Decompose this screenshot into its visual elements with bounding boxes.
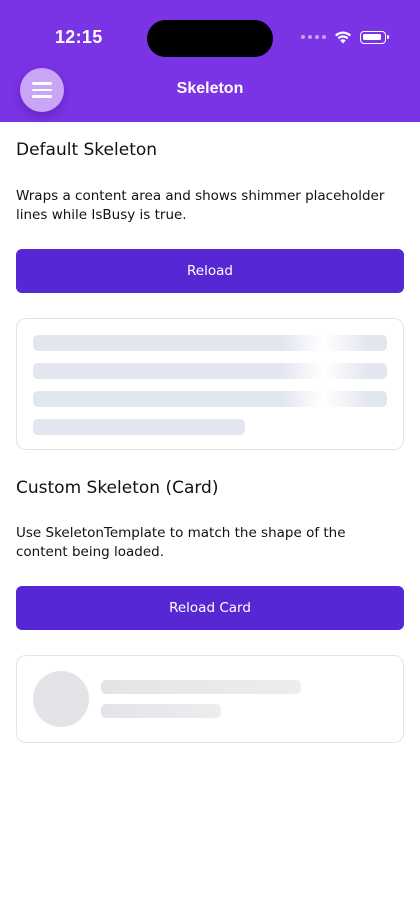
- status-time: 12:15: [55, 27, 103, 47]
- avatar-placeholder: [33, 671, 89, 727]
- dynamic-island: [147, 20, 273, 57]
- placeholder-line: [101, 704, 221, 718]
- app-header: 12:15 Skeleton: [0, 0, 420, 122]
- status-icons: [301, 30, 389, 44]
- signal-dots-icon: [301, 35, 326, 39]
- placeholder-line: [101, 680, 301, 694]
- reload-button[interactable]: Reload: [16, 249, 404, 293]
- placeholder-line: [33, 363, 387, 379]
- custom-skeleton-description: Use SkeletonTemplate to match the shape …: [16, 525, 346, 560]
- battery-icon: [360, 30, 389, 44]
- placeholder-line: [33, 335, 387, 351]
- placeholder-line: [33, 391, 387, 407]
- skeleton-placeholder-card: [16, 318, 404, 450]
- default-skeleton-heading: Default Skeleton: [16, 140, 158, 160]
- page-title: Skeleton: [176, 80, 244, 97]
- reload-card-button[interactable]: Reload Card: [16, 586, 404, 630]
- placeholder-line: [33, 419, 245, 435]
- default-skeleton-description: Wraps a content area and shows shimmer p…: [16, 188, 385, 223]
- wifi-icon: [335, 31, 351, 44]
- custom-skeleton-card: [16, 655, 404, 743]
- custom-skeleton-heading: Custom Skeleton (Card): [16, 478, 219, 498]
